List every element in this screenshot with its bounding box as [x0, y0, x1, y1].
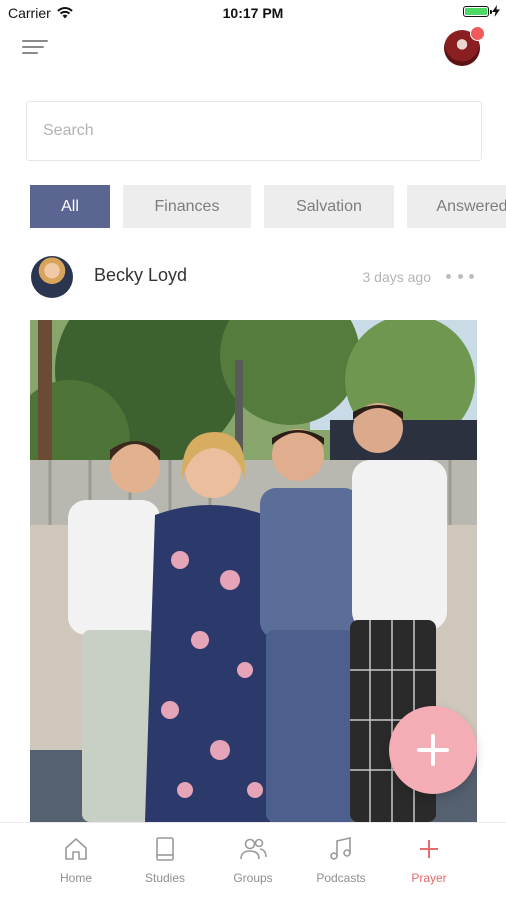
status-bar: Carrier 10:17 PM: [0, 0, 506, 26]
post-author-name[interactable]: Becky Loyd: [94, 265, 187, 286]
more-options-icon[interactable]: [446, 266, 474, 286]
status-time: 10:17 PM: [222, 5, 284, 21]
home-icon: [65, 838, 87, 860]
tab-prayer-label: Prayer: [411, 871, 447, 885]
tab-studies-label: Studies: [144, 871, 186, 885]
filter-chip-all[interactable]: All: [30, 185, 110, 228]
tab-groups[interactable]: Groups: [208, 835, 298, 885]
filter-chip-answered[interactable]: Answered: [407, 185, 506, 228]
search-box: [26, 101, 482, 161]
tab-prayer[interactable]: Prayer: [384, 835, 474, 885]
battery-icon: [463, 5, 492, 17]
bottom-tab-bar: Home Studies Groups Podcasts Prayer: [0, 822, 506, 901]
users-icon: [240, 838, 267, 860]
tab-groups-label: Groups: [233, 871, 273, 885]
charging-bolt-icon: [492, 5, 500, 17]
book-icon: [156, 837, 174, 861]
post-timestamp: 3 days ago: [362, 269, 432, 285]
tab-podcasts[interactable]: Podcasts: [296, 835, 386, 885]
status-right: [463, 5, 500, 17]
notification-badge: [470, 26, 485, 41]
search-input[interactable]: [27, 102, 481, 160]
add-prayer-fab-button[interactable]: [389, 706, 477, 794]
music-icon: [330, 836, 351, 860]
hamburger-menu-icon[interactable]: [22, 38, 48, 56]
tab-podcasts-label: Podcasts: [316, 871, 366, 885]
post-author-avatar[interactable]: [31, 256, 73, 298]
filter-chip-salvation[interactable]: Salvation: [264, 185, 394, 228]
filter-chips: All Finances Salvation Answered: [30, 185, 506, 228]
tab-home-label: Home: [59, 871, 92, 885]
tab-studies[interactable]: Studies: [120, 835, 210, 885]
filter-chip-finances[interactable]: Finances: [123, 185, 251, 228]
plus-icon: [420, 840, 438, 858]
tab-home[interactable]: Home: [31, 835, 121, 885]
